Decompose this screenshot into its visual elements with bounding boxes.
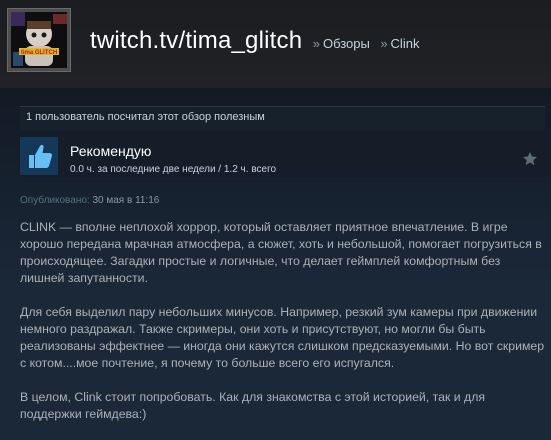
star-icon[interactable]: [522, 151, 538, 167]
avatar-illustration: tima GLITCH: [11, 12, 67, 68]
breadcrumb-reviews-link[interactable]: Обзоры: [323, 36, 370, 51]
breadcrumb: twitch.tv/tima_glitch » Обзоры » Clink: [90, 27, 419, 55]
breadcrumb-game-link[interactable]: Clink: [391, 36, 420, 51]
posted-date: Опубликовано: 30 мая в 11:16: [20, 195, 159, 206]
profile-header: tima GLITCH twitch.tv/tima_glitch » Обзор…: [0, 0, 551, 88]
thumbs-up-icon: [20, 137, 58, 175]
posted-label: Опубликовано:: [20, 195, 90, 206]
breadcrumb-separator: »: [380, 36, 388, 51]
review-text: CLINK — вполне неплохой хоррор, который …: [20, 219, 548, 440]
recommendation-box: Рекомендую 0.0 ч. за последние две недел…: [20, 135, 551, 177]
review-paragraph: CLINK — вполне неплохой хоррор, который …: [20, 220, 542, 285]
posted-date-value: 30 мая в 11:16: [92, 195, 160, 206]
avatar[interactable]: tima GLITCH: [7, 8, 71, 72]
avatar-image: tima GLITCH: [11, 12, 67, 68]
review-paragraph: В целом, Clink стоит попробовать. Как дл…: [20, 390, 486, 421]
helpful-count: 1 пользователь посчитал этот обзор полез…: [20, 106, 545, 130]
persona-name-link[interactable]: twitch.tv/tima_glitch: [90, 27, 302, 54]
recommendation-verdict[interactable]: Рекомендую: [70, 143, 151, 159]
review-content: 1 пользователь посчитал этот обзор полез…: [0, 88, 551, 421]
breadcrumb-separator: »: [312, 36, 320, 51]
review-paragraph: Для себя выделил пару небольших минусов.…: [20, 305, 545, 370]
avatar-logo-text: tima GLITCH: [21, 50, 57, 56]
playtime-hours: 0.0 ч. за последние две недели / 1.2 ч. …: [70, 164, 277, 175]
